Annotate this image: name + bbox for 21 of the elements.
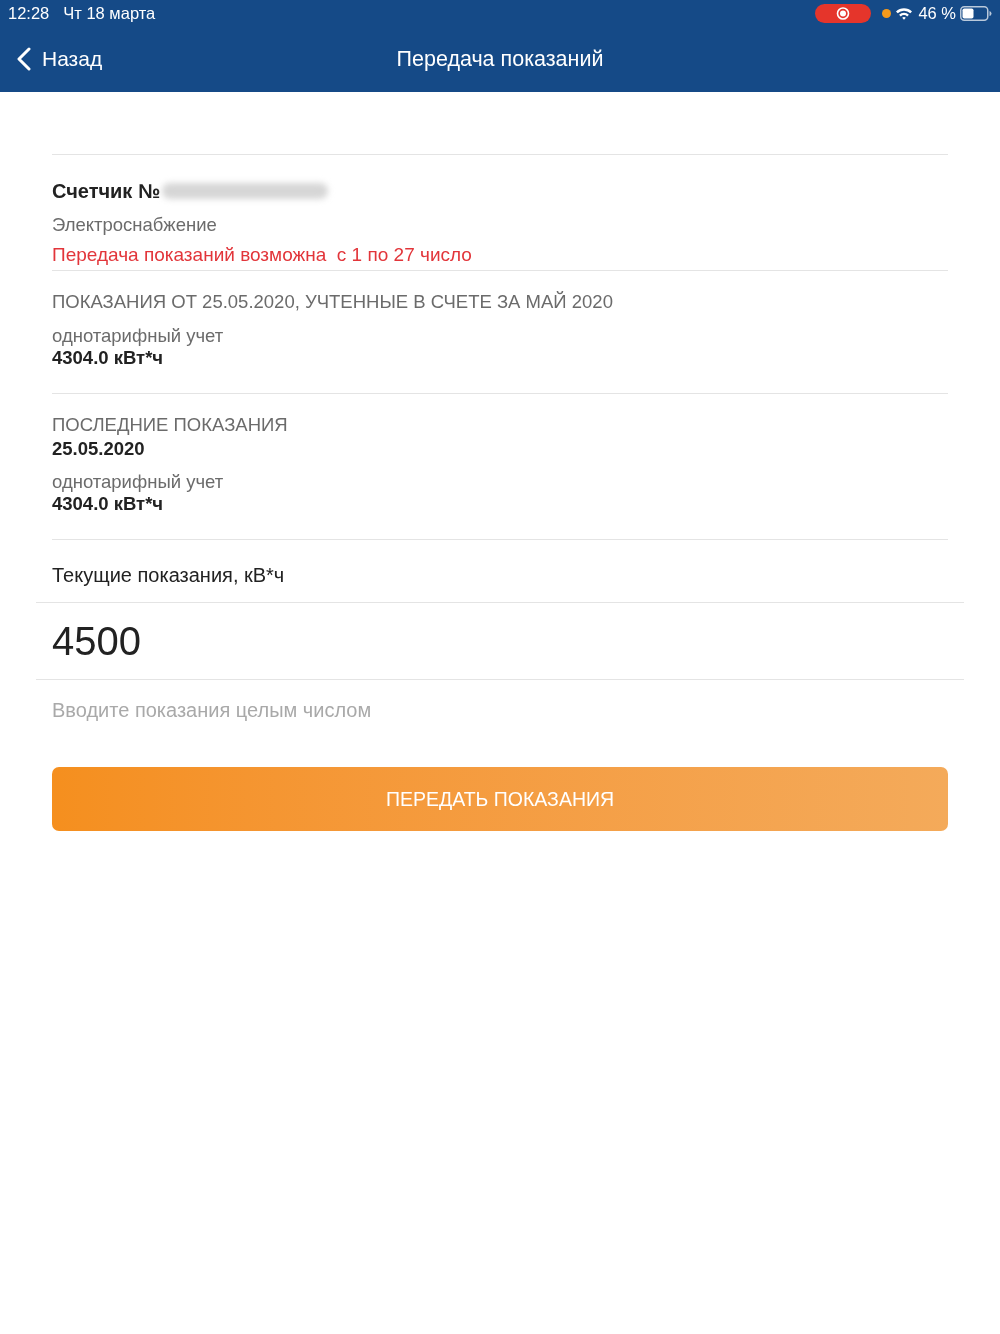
battery-percent: 46 % [918, 3, 956, 23]
reading-value: 4304.0 кВт*ч [52, 347, 165, 369]
status-dot-icon [882, 8, 892, 18]
reading-value: 4304.0 кВт*ч [52, 493, 165, 515]
helper-text: Вводите показания целым числом [52, 698, 373, 722]
chevron-left-icon [16, 47, 32, 71]
reading-heading: ПОКАЗАНИЯ ОТ 25.05.2020, УЧТЕННЫЕ В СЧЕТЕ ЗА МАЙ 2020 [52, 291, 614, 313]
meter-title: Счетчик № [52, 179, 161, 204]
screen-title: Передача показаний [396, 46, 604, 72]
service-name: Электроснабжение [52, 214, 218, 236]
current-reading-label: Текущие показания, кВ*ч [52, 563, 286, 587]
reading-date: 25.05.2020 [52, 438, 146, 460]
battery-icon [960, 5, 992, 21]
tariff-label: однотарифный учет [52, 325, 225, 347]
wifi-icon [895, 6, 914, 20]
reading-heading: ПОСЛЕДНИЕ ПОКАЗАНИЯ [52, 414, 289, 436]
back-button[interactable]: Назад [0, 46, 109, 72]
status-time: 12:28 [8, 3, 50, 23]
status-date: Чт 18 марта [63, 3, 156, 23]
submission-notice: Передача показаний возможна с 1 по 27 число [52, 244, 473, 266]
tariff-label: однотарифный учет [52, 471, 225, 493]
